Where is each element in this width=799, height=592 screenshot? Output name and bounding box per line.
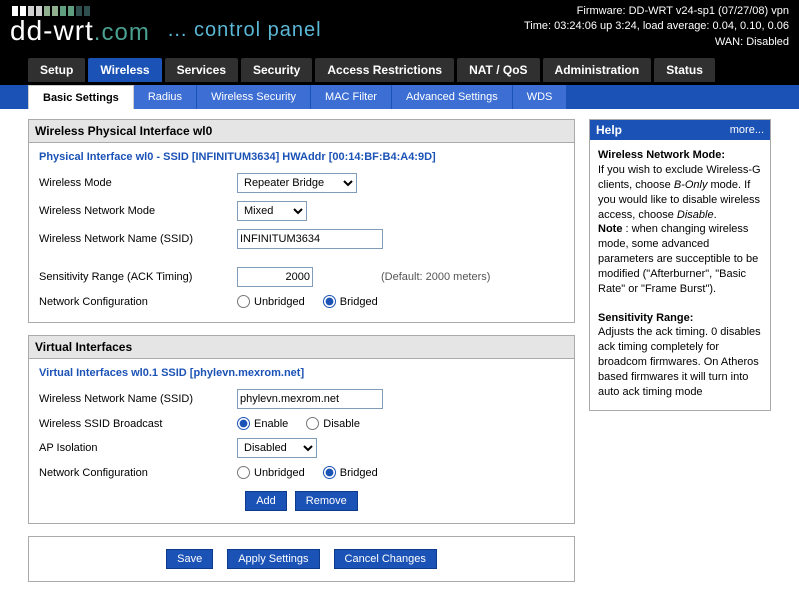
banner: dd-wrt.com ... control panel Firmware: D… xyxy=(0,0,799,58)
vssid-label: Wireless Network Name (SSID) xyxy=(39,393,229,405)
help-body: Wireless Network Mode: If you wish to ex… xyxy=(590,140,770,410)
network-mode-label: Wireless Network Mode xyxy=(39,205,229,217)
cancel-button[interactable]: Cancel Changes xyxy=(334,549,437,569)
vssid-input[interactable] xyxy=(237,389,383,409)
save-button[interactable]: Save xyxy=(166,549,213,569)
virtual-interfaces-panel: Virtual Interfaces Virtual Interfaces wl… xyxy=(28,335,575,524)
apply-button[interactable]: Apply Settings xyxy=(227,549,319,569)
help-title: Help xyxy=(596,123,622,137)
vunbridged-radio[interactable]: Unbridged xyxy=(237,466,305,479)
help-more-link[interactable]: more... xyxy=(730,124,764,136)
broadcast-label: Wireless SSID Broadcast xyxy=(39,418,229,430)
bottom-actions: Save Apply Settings Cancel Changes xyxy=(28,536,575,582)
disable-radio[interactable]: Disable xyxy=(306,417,360,430)
vbridged-radio[interactable]: Bridged xyxy=(323,466,378,479)
ap-isolation-label: AP Isolation xyxy=(39,442,229,454)
time-line: Time: 03:24:06 up 3:24, load average: 0.… xyxy=(524,19,789,34)
unbridged-radio[interactable]: Unbridged xyxy=(237,295,305,308)
tab-nat-qos[interactable]: NAT / QoS xyxy=(457,58,539,82)
add-button[interactable]: Add xyxy=(245,491,287,511)
logo: dd-wrt.com xyxy=(10,6,150,44)
wan-line: WAN: Disabled xyxy=(524,35,789,50)
section-header: Virtual Interfaces wl0.1 SSID [phylevn.m… xyxy=(29,359,574,385)
subtab-wireless-security[interactable]: Wireless Security xyxy=(197,85,311,109)
panel-title: Virtual Interfaces xyxy=(29,336,574,359)
network-mode-select[interactable]: Mixed xyxy=(237,201,307,221)
subtab-mac-filter[interactable]: MAC Filter xyxy=(311,85,392,109)
control-panel-label: ... control panel xyxy=(168,19,322,42)
subtab-radius[interactable]: Radius xyxy=(134,85,197,109)
ack-input[interactable] xyxy=(237,267,313,287)
physical-interface-panel: Wireless Physical Interface wl0 Physical… xyxy=(28,119,575,323)
help-panel: Help more... Wireless Network Mode: If y… xyxy=(589,119,771,411)
primary-tabs: SetupWirelessServicesSecurityAccess Rest… xyxy=(0,58,799,85)
vnetcfg-label: Network Configuration xyxy=(39,467,229,479)
remove-button[interactable]: Remove xyxy=(295,491,358,511)
ack-label: Sensitivity Range (ACK Timing) xyxy=(39,271,229,283)
section-header: Physical Interface wl0 - SSID [INFINITUM… xyxy=(29,143,574,169)
ssid-input[interactable] xyxy=(237,229,383,249)
netcfg-label: Network Configuration xyxy=(39,296,229,308)
tab-status[interactable]: Status xyxy=(654,58,715,82)
tab-access-restrictions[interactable]: Access Restrictions xyxy=(315,58,454,82)
tab-wireless[interactable]: Wireless xyxy=(88,58,161,82)
wireless-mode-label: Wireless Mode xyxy=(39,177,229,189)
help-h1: Wireless Network Mode: xyxy=(598,148,762,163)
tab-services[interactable]: Services xyxy=(165,58,238,82)
subtab-wds[interactable]: WDS xyxy=(513,85,568,109)
ssid-label: Wireless Network Name (SSID) xyxy=(39,233,229,245)
subtab-advanced-settings[interactable]: Advanced Settings xyxy=(392,85,513,109)
tab-security[interactable]: Security xyxy=(241,58,312,82)
enable-radio[interactable]: Enable xyxy=(237,417,288,430)
wireless-mode-select[interactable]: Repeater Bridge xyxy=(237,173,357,193)
help-h2: Sensitivity Range: xyxy=(598,311,762,326)
ap-isolation-select[interactable]: Disabled xyxy=(237,438,317,458)
firmware-line: Firmware: DD-WRT v24-sp1 (07/27/08) vpn xyxy=(524,4,789,19)
panel-title: Wireless Physical Interface wl0 xyxy=(29,120,574,143)
bridged-radio[interactable]: Bridged xyxy=(323,295,378,308)
system-info: Firmware: DD-WRT v24-sp1 (07/27/08) vpn … xyxy=(524,4,789,50)
ack-hint: (Default: 2000 meters) xyxy=(381,271,490,283)
tab-setup[interactable]: Setup xyxy=(28,58,85,82)
tab-administration[interactable]: Administration xyxy=(543,58,652,82)
sub-tabs: Basic SettingsRadiusWireless SecurityMAC… xyxy=(0,85,799,109)
subtab-basic-settings[interactable]: Basic Settings xyxy=(28,85,134,109)
